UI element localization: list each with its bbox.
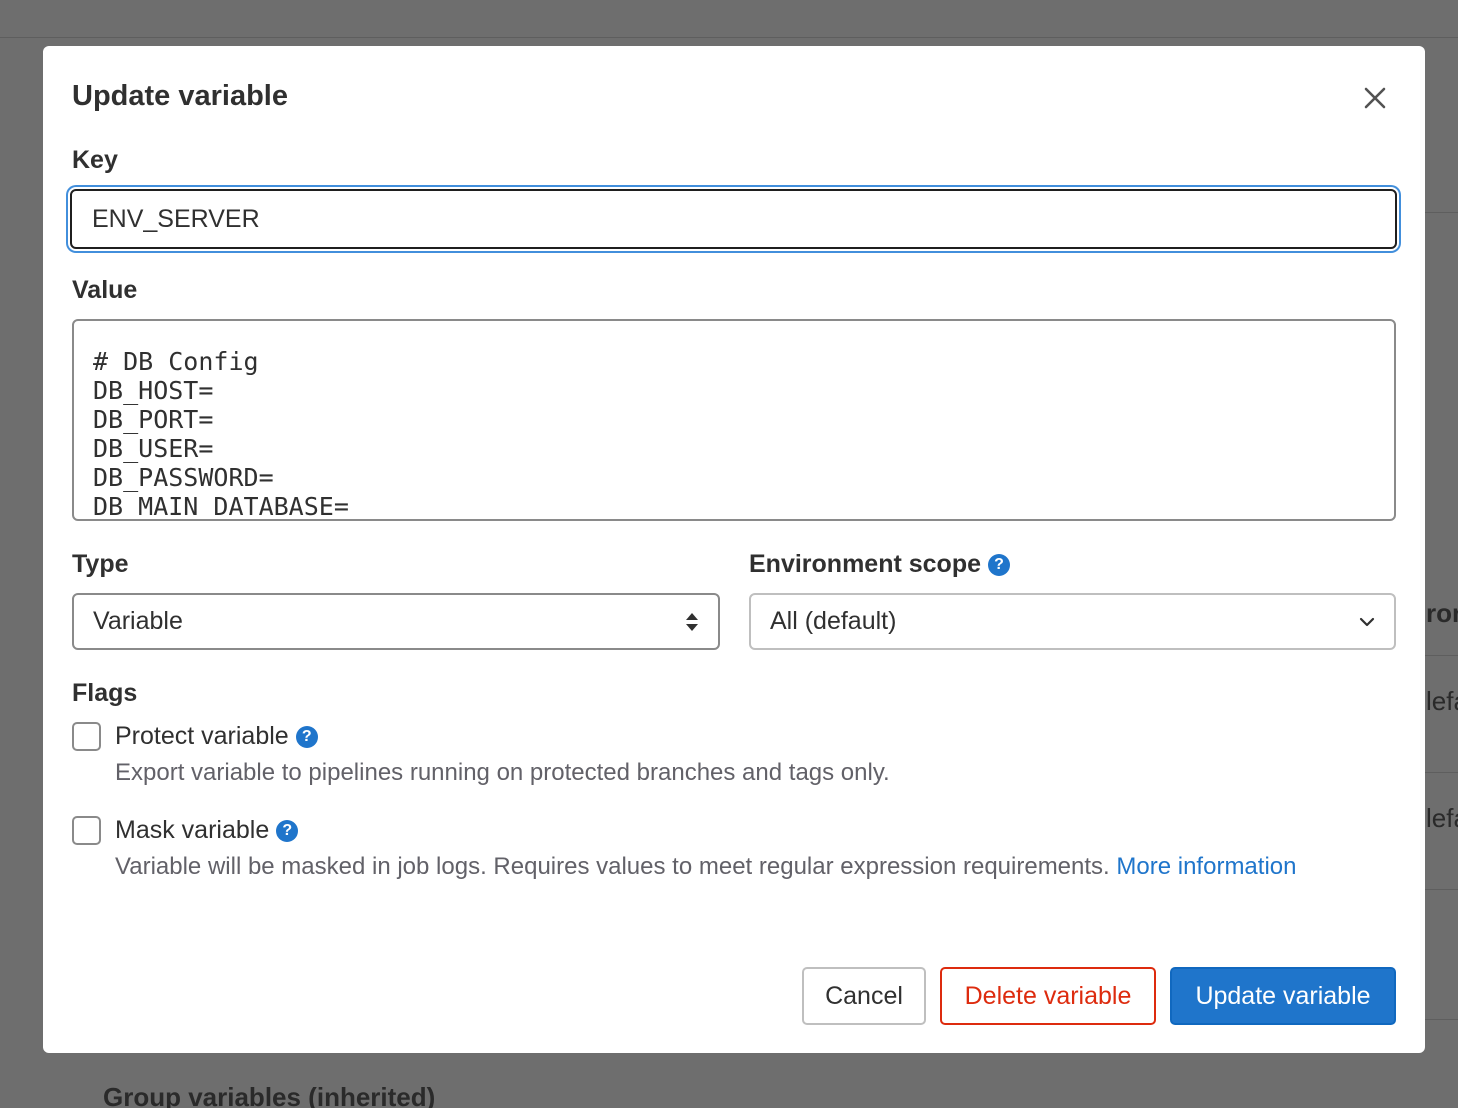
value-line: DB_USER=	[93, 434, 214, 463]
update-variable-button[interactable]: Update variable	[1170, 967, 1396, 1025]
mask-variable-checkbox[interactable]	[72, 816, 101, 845]
protect-variable-help: Export variable to pipelines running on …	[115, 759, 890, 786]
chevron-down-icon	[1359, 617, 1375, 626]
mask-variable-help-text: Variable will be masked in job logs. Req…	[115, 853, 1110, 880]
bg-cell-fragment: lefa	[1426, 686, 1458, 716]
value-line: DB_MAIN_DATABASE=	[93, 492, 349, 521]
value-line: DB_HOST=	[93, 376, 214, 405]
bg-group-variables-heading: Group variables (inherited)	[103, 1082, 436, 1108]
environment-scope-label: Environment scope	[749, 550, 981, 578]
close-button[interactable]	[1359, 82, 1391, 114]
value-line: # DB Config	[93, 347, 259, 376]
bg-divider	[1425, 889, 1458, 890]
link-text: More	[1116, 853, 1172, 880]
update-variable-modal: Update variable Key Value # DB ConfigDB_…	[43, 46, 1425, 1053]
delete-variable-button[interactable]: Delete variable	[940, 967, 1156, 1025]
value-line: DB_PORT=	[93, 405, 214, 434]
question-icon[interactable]: ?	[988, 553, 1010, 576]
close-icon	[1364, 87, 1386, 109]
modal-title: Update variable	[72, 80, 288, 112]
link-text: information	[1177, 853, 1297, 880]
type-label: Type	[72, 550, 129, 578]
value-label: Value	[72, 276, 138, 304]
value-textarea[interactable]: # DB Config DB_HOST= DB_PORT= DB_USER= DB_PA…	[72, 319, 1396, 521]
flags-label: Flags	[72, 679, 138, 707]
bg-divider	[0, 37, 1458, 38]
bg-cell-fragment: lefa	[1426, 803, 1458, 833]
type-selected-value: Variable	[93, 607, 183, 635]
bg-column-header-fragment: ron	[1426, 598, 1458, 628]
bg-divider	[1425, 1019, 1458, 1020]
question-icon[interactable]: ?	[276, 819, 299, 842]
cancel-button[interactable]: Cancel	[802, 967, 926, 1025]
more-information-link[interactable]: More information	[1116, 853, 1296, 880]
environment-scope-select[interactable]: All (default)	[749, 593, 1396, 650]
protect-variable-checkbox[interactable]	[72, 722, 101, 751]
sort-arrows-icon	[686, 612, 698, 631]
protect-variable-label: Protect variable	[115, 722, 289, 750]
value-line: DB_PASSWORD=	[93, 463, 274, 492]
mask-variable-label: Mask variable	[115, 816, 270, 844]
mask-variable-help: Variable will be masked in job logs. Req…	[115, 852, 1355, 881]
question-icon[interactable]: ?	[295, 725, 318, 748]
environment-scope-label-wrap: Environment scope ?	[749, 550, 1010, 579]
protect-variable-label-wrap: Protect variable ?	[115, 722, 318, 751]
mask-variable-label-wrap: Mask variable ?	[115, 816, 299, 845]
bg-divider	[1425, 772, 1458, 773]
bg-divider	[1425, 655, 1458, 656]
environment-scope-selected-value: All (default)	[770, 607, 897, 635]
key-label: Key	[72, 146, 118, 174]
bg-divider	[1425, 212, 1458, 213]
key-input[interactable]	[70, 189, 1397, 249]
type-select[interactable]: Variable	[72, 593, 720, 650]
